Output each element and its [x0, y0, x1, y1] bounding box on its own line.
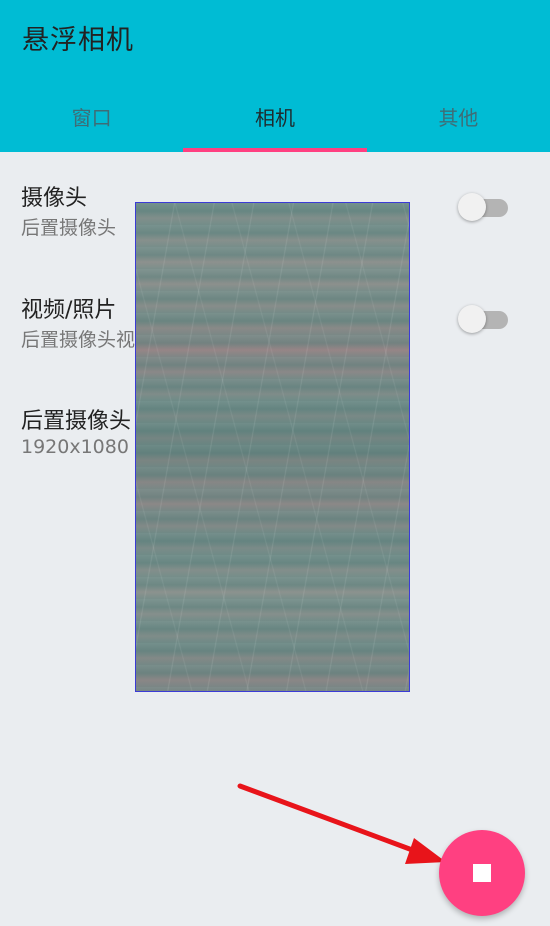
tab-camera[interactable]: 相机 — [183, 90, 367, 152]
switch-thumb — [458, 193, 486, 221]
setting-resolution-subtitle: 1920x1080 — [21, 436, 129, 458]
setting-video-photo-title: 视频/照片 — [21, 298, 117, 323]
app-bar: 悬浮相机 窗口 相机 其他 — [0, 0, 550, 152]
tab-other[interactable]: 其他 — [367, 90, 550, 152]
setting-camera-subtitle: 后置摄像头 — [21, 217, 117, 239]
setting-resolution-title: 后置摄像头 — [21, 409, 132, 434]
switch-thumb — [458, 305, 486, 333]
setting-camera-title: 摄像头 — [21, 186, 88, 211]
tab-bar: 窗口 相机 其他 — [0, 90, 550, 152]
tab-window-label: 窗口 — [71, 106, 112, 130]
tab-other-label: 其他 — [438, 106, 479, 130]
tab-active-indicator — [183, 148, 367, 152]
tab-window[interactable]: 窗口 — [0, 90, 183, 152]
app-title: 悬浮相机 — [22, 25, 134, 56]
stop-recording-button[interactable] — [439, 830, 525, 916]
preview-texture — [136, 203, 409, 691]
stop-icon — [473, 864, 491, 882]
floating-camera-preview[interactable] — [135, 202, 410, 692]
camera-toggle-switch[interactable] — [458, 192, 510, 222]
tab-camera-label: 相机 — [254, 106, 295, 130]
setting-video-photo-subtitle: 后置摄像头视 — [21, 329, 136, 351]
video-photo-toggle-switch[interactable] — [458, 304, 510, 334]
